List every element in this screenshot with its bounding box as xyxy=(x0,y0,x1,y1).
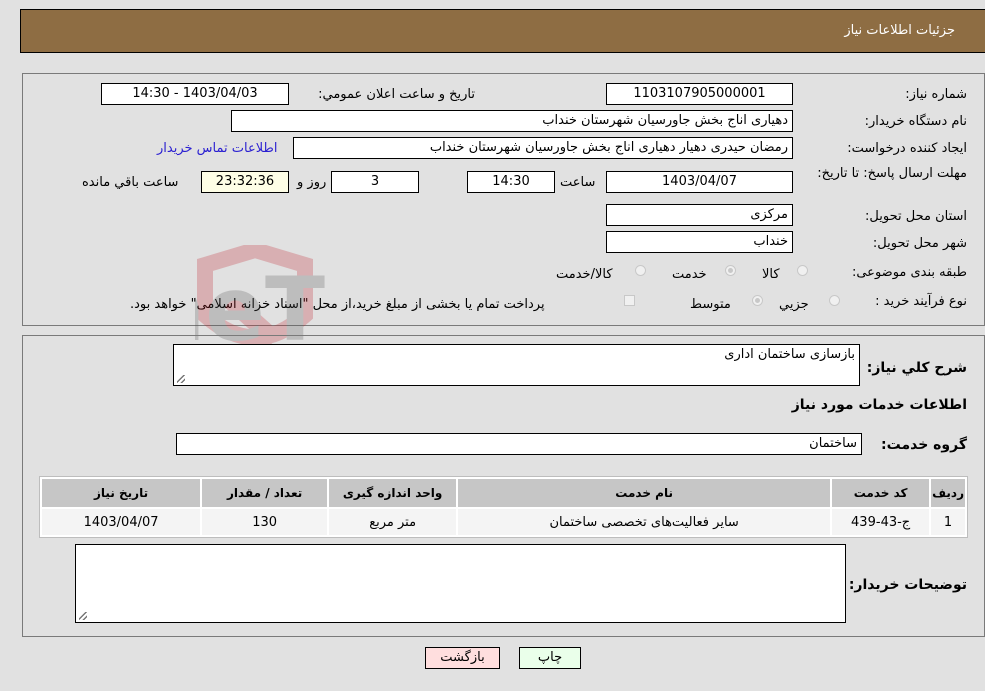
treasury-note: پرداخت تمام یا بخشی از مبلغ خرید،از محل … xyxy=(130,297,545,312)
category-option-goods-service: کالا/خدمت xyxy=(556,267,613,282)
services-table: رديف کد خدمت نام خدمت واحد اندازه گيری ت… xyxy=(39,476,968,538)
days-remaining-field[interactable]: 3 xyxy=(331,171,419,193)
category-option-service: خدمت xyxy=(672,267,707,282)
buyer-notes-textarea[interactable] xyxy=(75,544,846,623)
back-button[interactable]: بازگشت xyxy=(425,647,500,669)
col-need-date: تاريخ نياز xyxy=(42,479,201,507)
category-label: طبقه بندی موضوعی: xyxy=(851,265,967,280)
col-row-number: رديف xyxy=(931,479,965,507)
buyer-contact-link[interactable]: اطلاعات تماس خریدار xyxy=(157,141,277,156)
category-radio-goods[interactable] xyxy=(797,265,808,276)
col-unit: واحد اندازه گيری xyxy=(329,479,457,507)
announce-datetime-label: تاريخ و ساعت اعلان عمومي: xyxy=(318,87,475,102)
deadline-label: مهلت ارسال پاسخ: تا تاریخ: xyxy=(817,166,967,181)
service-group-field[interactable]: ساختمان xyxy=(176,433,862,455)
city-field[interactable]: خنداب xyxy=(606,231,793,253)
purchase-radio-minor[interactable] xyxy=(829,295,840,306)
cell-unit: متر مربع xyxy=(329,509,457,535)
table-row: 1 ج-43-439 سایر فعالیت‌های تخصصی ساختمان… xyxy=(42,509,965,535)
col-quantity: تعداد / مقدار xyxy=(202,479,328,507)
table-header-row: رديف کد خدمت نام خدمت واحد اندازه گيری ت… xyxy=(42,479,965,507)
buyer-notes-label: توضيحات خريدار: xyxy=(848,577,967,593)
services-heading: اطلاعات خدمات مورد نياز xyxy=(791,397,967,413)
purchase-type-label: نوع فرآیند خرید : xyxy=(875,294,967,309)
province-field[interactable]: مرکزی xyxy=(606,204,793,226)
purchase-radio-medium[interactable] xyxy=(752,295,763,306)
requester-field[interactable]: رمضان حیدری دهیار دهیاری اناج بخش جاورسی… xyxy=(293,137,793,159)
category-option-goods: کالا xyxy=(762,267,780,282)
buyer-org-label: نام دستگاه خریدار: xyxy=(864,114,967,129)
need-number-field[interactable]: 1103107905000001 xyxy=(606,83,793,105)
summary-textarea[interactable]: بازسازی ساختمان اداری xyxy=(173,344,860,386)
cell-service-code: ج-43-439 xyxy=(832,509,930,535)
buyer-org-field[interactable]: دهیاری اناج بخش جاورسیان شهرستان خنداب xyxy=(231,110,793,132)
summary-text: بازسازی ساختمان اداری xyxy=(724,347,855,362)
need-number-label: شماره نیاز: xyxy=(905,87,967,102)
time-remaining-field: 23:32:36 xyxy=(201,171,289,193)
resize-grip-icon[interactable] xyxy=(79,612,87,620)
resize-grip-icon[interactable] xyxy=(177,375,185,383)
province-label: استان محل تحویل: xyxy=(865,209,967,224)
city-label: شهر محل تحویل: xyxy=(872,236,967,251)
print-button[interactable]: چاپ xyxy=(519,647,581,669)
deadline-date-field[interactable]: 1403/04/07 xyxy=(606,171,793,193)
requester-label: ایجاد کننده درخواست: xyxy=(847,141,967,156)
announce-datetime-field[interactable]: 1403/04/03 - 14:30 xyxy=(101,83,289,105)
cell-quantity: 130 xyxy=(202,509,328,535)
cell-service-name: سایر فعالیت‌های تخصصی ساختمان xyxy=(458,509,831,535)
time-remaining-label: ساعت باقي مانده xyxy=(82,175,179,190)
deadline-time-label: ساعت xyxy=(560,175,596,190)
col-service-code: کد خدمت xyxy=(832,479,930,507)
cell-need-date: 1403/04/07 xyxy=(42,509,201,535)
page-title: جزئيات اطلاعات نياز xyxy=(844,23,955,38)
page-header: جزئيات اطلاعات نياز xyxy=(20,9,985,53)
category-radio-goods-service[interactable] xyxy=(635,265,646,276)
days-label: روز و xyxy=(297,175,327,190)
summary-label: شرح کلي نياز: xyxy=(866,360,967,376)
col-service-name: نام خدمت xyxy=(458,479,831,507)
cell-row-number: 1 xyxy=(931,509,965,535)
service-group-label: گروه خدمت: xyxy=(881,437,967,453)
treasury-checkbox[interactable] xyxy=(624,295,635,306)
category-radio-service[interactable] xyxy=(725,265,736,276)
purchase-option-medium: متوسط xyxy=(690,297,731,312)
deadline-time-field[interactable]: 14:30 xyxy=(467,171,555,193)
purchase-option-minor: جزيي xyxy=(779,297,809,312)
